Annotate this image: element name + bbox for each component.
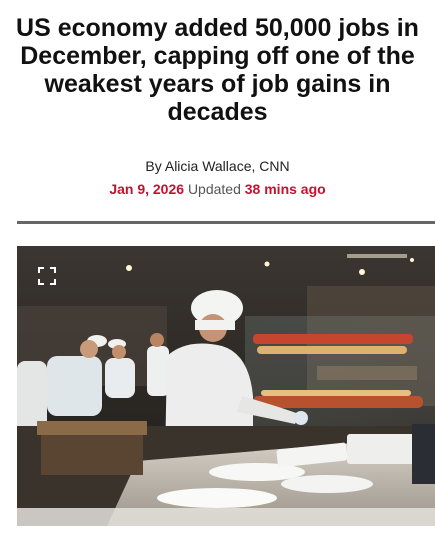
updated-label: Updated [187,181,241,197]
expand-icon [38,267,56,285]
divider [17,221,435,224]
byline: By Alicia Wallace, CNN [145,158,290,174]
headline: US economy added 50,000 jobs in December… [16,14,419,126]
updated-time: 38 mins ago [244,181,326,197]
kitchen-scene [17,246,435,526]
dateline: Jan 9, 2026 Updated 38 mins ago [0,181,435,197]
publish-date: Jan 9, 2026 [109,181,185,197]
article: US economy added 50,000 jobs in December… [0,0,435,536]
expand-image-button[interactable] [37,266,57,286]
article-image[interactable] [17,246,435,526]
